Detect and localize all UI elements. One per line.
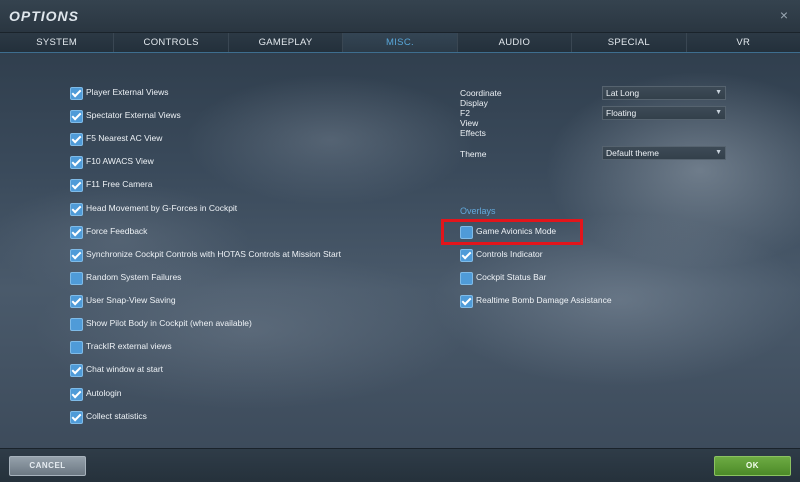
option-label: Synchronize Cockpit Controls with HOTAS … [86, 249, 341, 259]
select-value: Floating [606, 108, 637, 118]
tab-system[interactable]: SYSTEM [0, 33, 115, 52]
option-label: User Snap-View Saving [86, 295, 176, 305]
checkbox[interactable] [70, 156, 83, 169]
overlays-heading: Overlays [460, 206, 496, 216]
tab-vr[interactable]: VR [686, 33, 800, 52]
checkbox[interactable] [460, 272, 473, 285]
option-label: Autologin [86, 388, 122, 398]
f2-view-effects-select[interactable]: Floating ▼ [602, 106, 726, 120]
theme-label: Theme [460, 149, 487, 159]
cancel-button[interactable]: CANCEL [9, 456, 86, 476]
checkbox[interactable] [70, 133, 83, 146]
option-label: Player External Views [86, 87, 169, 97]
option-label: TrackIR external views [86, 341, 172, 351]
option-label: Random System Failures [86, 272, 182, 282]
checkbox[interactable] [70, 87, 83, 100]
option-label: F11 Free Camera [86, 179, 153, 189]
option-label: F10 AWACS View [86, 156, 154, 166]
option-label: Force Feedback [86, 226, 148, 236]
chevron-down-icon: ▼ [715, 109, 722, 116]
checkbox[interactable] [70, 110, 83, 123]
checkbox[interactable] [70, 203, 83, 216]
highlight-annotation-box [441, 219, 583, 245]
window-title: OPTIONS [9, 8, 80, 24]
option-label: Show Pilot Body in Cockpit (when availab… [86, 318, 252, 328]
checkbox[interactable] [70, 272, 83, 285]
ok-button[interactable]: OK [714, 456, 791, 476]
tab-gameplay[interactable]: GAMEPLAY [228, 33, 344, 52]
checkbox[interactable] [460, 249, 473, 262]
checkbox[interactable] [70, 249, 83, 262]
tab-bar: SYSTEM CONTROLS GAMEPLAY MISC. AUDIO SPE… [0, 33, 800, 53]
option-label: Controls Indicator [476, 249, 543, 259]
checkbox[interactable] [70, 295, 83, 308]
chevron-down-icon: ▼ [715, 89, 722, 96]
option-label: F5 Nearest AC View [86, 133, 163, 143]
footer-bar: CANCEL OK [0, 448, 800, 482]
checkbox[interactable] [70, 341, 83, 354]
title-bar: OPTIONS × [0, 0, 800, 33]
option-label: Realtime Bomb Damage Assistance [476, 295, 612, 305]
checkbox[interactable] [70, 364, 83, 377]
option-label: Head Movement by G-Forces in Cockpit [86, 203, 238, 213]
option-label: Collect statistics [86, 411, 147, 421]
coordinate-display-select[interactable]: Lat Long ▼ [602, 86, 726, 100]
coordinate-display-label: Coordinate Display [460, 88, 502, 108]
checkbox[interactable] [70, 388, 83, 401]
theme-select[interactable]: Default theme ▼ [602, 146, 726, 160]
tab-special[interactable]: SPECIAL [572, 33, 687, 52]
checkbox[interactable] [70, 411, 83, 424]
f2-view-effects-label: F2 View Effects [460, 108, 486, 138]
chevron-down-icon: ▼ [715, 149, 722, 156]
select-value: Lat Long [606, 88, 640, 98]
options-window: OPTIONS × SYSTEM CONTROLS GAMEPLAY MISC.… [0, 0, 800, 482]
tab-controls[interactable]: CONTROLS [114, 33, 229, 52]
option-label: Cockpit Status Bar [476, 272, 547, 282]
checkbox[interactable] [70, 179, 83, 192]
close-icon[interactable]: × [777, 8, 791, 22]
option-label: Chat window at start [86, 364, 164, 374]
tab-misc[interactable]: MISC. [343, 33, 458, 52]
option-label: Spectator External Views [86, 110, 181, 120]
checkbox[interactable] [460, 295, 473, 308]
checkbox[interactable] [70, 318, 83, 331]
tab-audio[interactable]: AUDIO [457, 33, 573, 52]
select-value: Default theme [606, 148, 659, 158]
checkbox[interactable] [70, 226, 83, 239]
